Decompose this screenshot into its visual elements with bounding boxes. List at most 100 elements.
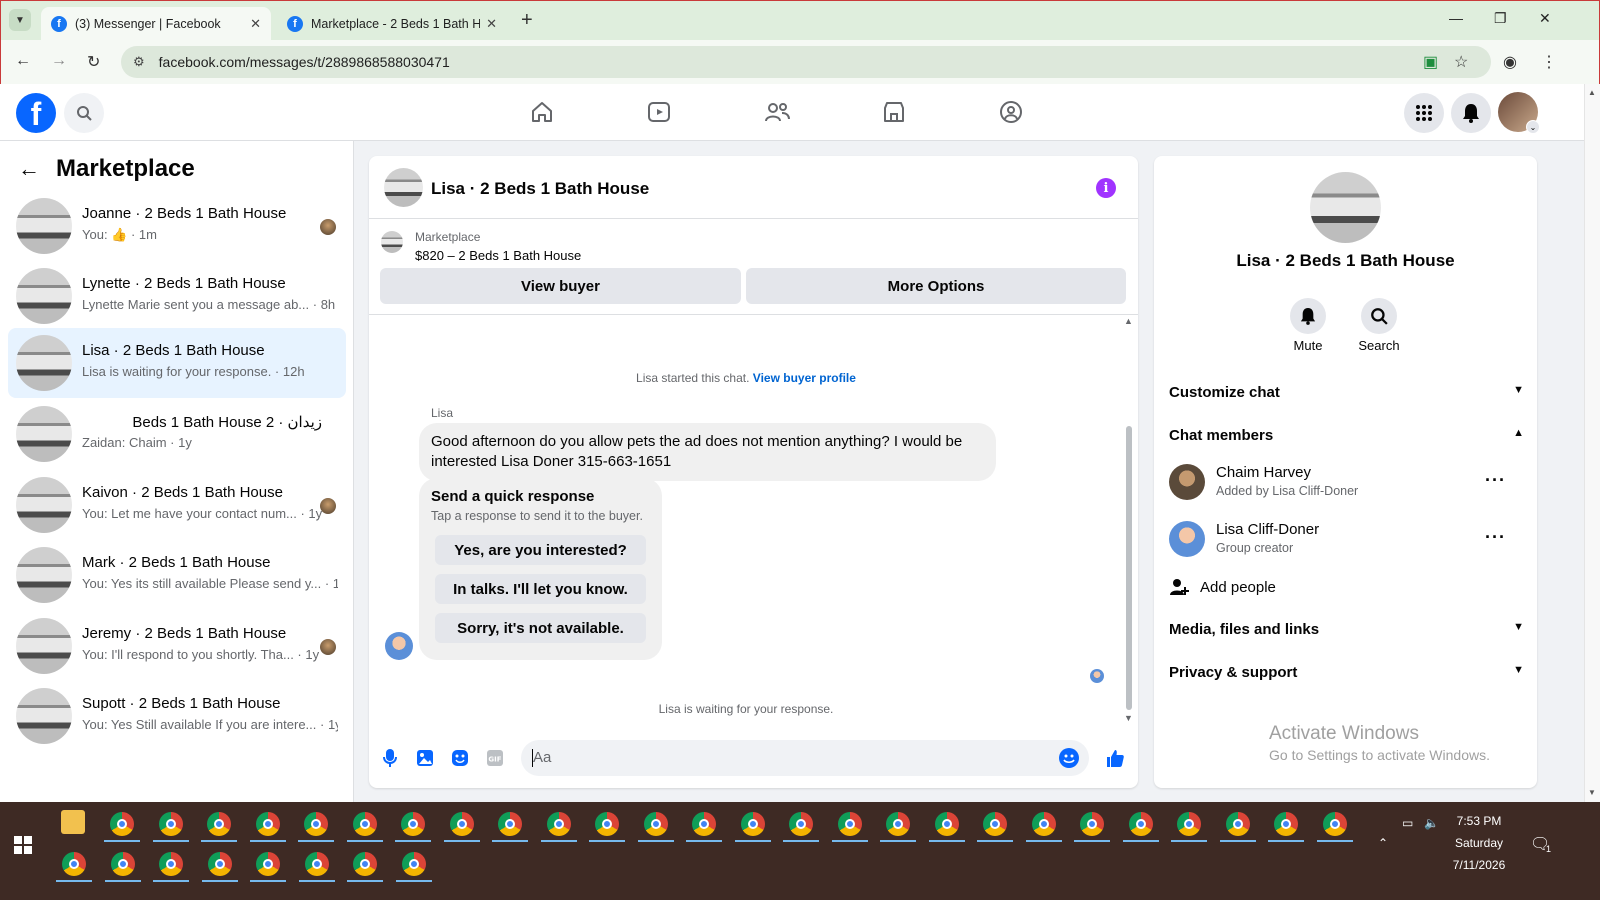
notifications-bell-icon[interactable] (1451, 93, 1491, 133)
chrome-taskbar-icon[interactable] (352, 812, 377, 836)
conversation-item-selected[interactable]: Lisa · 2 Beds 1 Bath House Lisa is waiti… (8, 328, 346, 398)
video-icon[interactable] (644, 97, 674, 127)
site-settings-icon[interactable]: ⚙ (133, 54, 145, 70)
chrome-taskbar-icon[interactable] (1225, 812, 1250, 836)
chrome-taskbar-icon[interactable] (546, 812, 571, 836)
restore-button[interactable]: ❐ (1494, 10, 1507, 27)
new-tab-button[interactable]: + (521, 9, 533, 32)
conversation-item[interactable]: Supott · 2 Beds 1 Bath House You: Yes St… (8, 681, 346, 751)
chrome-taskbar-icon[interactable] (110, 852, 135, 876)
chrome-taskbar-icon[interactable] (789, 812, 813, 836)
emoji-icon[interactable] (1059, 748, 1079, 768)
friends-icon[interactable] (762, 97, 792, 127)
view-buyer-button[interactable]: View buyer (380, 268, 741, 304)
message-scrollbar[interactable]: ▲ ▼ (1123, 316, 1135, 726)
chrome-taskbar-icon[interactable] (159, 852, 183, 876)
chrome-taskbar-icon[interactable] (158, 812, 183, 836)
member-item[interactable]: Chaim Harvey Added by Lisa Cliff-Doner ·… (1169, 462, 1524, 506)
file-explorer-icon[interactable] (61, 810, 85, 834)
windows-start-icon[interactable] (14, 836, 32, 854)
chrome-taskbar-icon[interactable] (401, 852, 426, 876)
listing-price[interactable]: $820 – 2 Beds 1 Bath House (415, 248, 581, 263)
profile-icon[interactable]: ◉ (1503, 52, 1517, 72)
chrome-taskbar-icon[interactable] (692, 812, 716, 836)
chrome-taskbar-icon[interactable] (255, 812, 280, 836)
quick-response-button[interactable]: Sorry, it's not available. (435, 613, 646, 643)
account-avatar[interactable]: ⌄ (1498, 92, 1540, 134)
chrome-taskbar-icon[interactable] (837, 812, 862, 836)
chrome-taskbar-icon[interactable] (110, 812, 134, 836)
scrollbar-thumb[interactable] (1126, 426, 1132, 710)
chrome-taskbar-icon[interactable] (304, 852, 329, 876)
scroll-down-icon[interactable]: ▼ (1588, 788, 1596, 797)
conversation-item[interactable]: زيدان · 2 Beds 1 Bath House Zaidan: Chai… (8, 399, 346, 469)
close-window-button[interactable]: ✕ (1539, 10, 1551, 27)
conversation-item[interactable]: Joanne · 2 Beds 1 Bath House You: 👍 · 1m (8, 191, 346, 261)
chrome-taskbar-icon[interactable] (1274, 812, 1298, 836)
add-people-button[interactable]: Add people (1169, 577, 1276, 597)
back-icon[interactable]: ← (15, 52, 31, 70)
privacy-support-section[interactable]: Privacy & support ▼ (1169, 664, 1524, 681)
menu-grid-icon[interactable] (1404, 93, 1444, 133)
marketplace-icon[interactable] (879, 97, 909, 127)
tab-messenger[interactable]: f (3) Messenger | Facebook ✕ (41, 7, 271, 41)
groups-icon[interactable] (996, 97, 1026, 127)
scroll-up-icon[interactable]: ▲ (1588, 88, 1596, 97)
chrome-taskbar-icon[interactable] (934, 812, 959, 836)
chrome-taskbar-icon[interactable] (401, 812, 425, 836)
forward-icon[interactable]: → (51, 52, 67, 70)
view-buyer-profile-link[interactable]: View buyer profile (753, 371, 856, 385)
sender-avatar[interactable] (385, 632, 413, 660)
chrome-taskbar-icon[interactable] (62, 852, 86, 876)
clock-date[interactable]: 7/11/2026 (1444, 858, 1514, 872)
clock-day[interactable]: Saturday (1444, 836, 1514, 850)
volume-icon[interactable]: 🔈 (1424, 816, 1439, 830)
reload-icon[interactable]: ↻ (87, 52, 100, 72)
mute-button[interactable] (1290, 298, 1326, 334)
chrome-taskbar-icon[interactable] (207, 852, 232, 876)
chrome-taskbar-icon[interactable] (1128, 812, 1153, 836)
incoming-message-bubble[interactable]: Good afternoon do you allow pets the ad … (419, 423, 996, 481)
conversation-avatar[interactable] (1310, 172, 1381, 243)
back-arrow-icon[interactable]: ← (18, 156, 40, 182)
microphone-icon[interactable] (380, 748, 400, 768)
chrome-taskbar-icon[interactable] (353, 852, 377, 876)
sticker-icon[interactable] (450, 748, 470, 768)
chrome-taskbar-icon[interactable] (1031, 812, 1056, 836)
quick-response-button[interactable]: Yes, are you interested? (435, 535, 646, 565)
page-scrollbar[interactable]: ▲ ▼ (1584, 84, 1600, 802)
clock-time[interactable]: 7:53 PM (1444, 814, 1514, 828)
quick-response-button[interactable]: In talks. I'll let you know. (435, 574, 646, 604)
tab-search-icon[interactable]: ▼ (9, 9, 31, 31)
chrome-taskbar-icon[interactable] (256, 852, 280, 876)
chrome-taskbar-icon[interactable] (1080, 812, 1104, 836)
home-icon[interactable] (527, 97, 557, 127)
chat-members-section[interactable]: Chat members ▲ (1169, 427, 1524, 444)
search-conversation-button[interactable] (1361, 298, 1397, 334)
message-list[interactable]: Lisa started this chat. View buyer profi… (369, 316, 1138, 726)
listing-thumbnail[interactable] (381, 231, 403, 253)
info-icon[interactable]: i (1096, 178, 1116, 198)
minimize-button[interactable]: — (1449, 10, 1463, 26)
scroll-up-icon[interactable]: ▲ (1124, 316, 1133, 326)
more-options-icon[interactable]: ··· (1485, 470, 1506, 491)
scroll-down-icon[interactable]: ▼ (1124, 713, 1133, 723)
photo-icon[interactable] (415, 748, 435, 768)
tray-expand-icon[interactable]: ⌃ (1378, 836, 1388, 850)
media-files-section[interactable]: Media, files and links ▼ (1169, 621, 1524, 638)
gif-icon[interactable]: GIF (485, 748, 505, 768)
install-app-icon[interactable]: ▣ (1423, 52, 1438, 72)
tab-marketplace[interactable]: f Marketplace - 2 Beds 1 Bath Ho ✕ (277, 7, 507, 41)
more-options-button[interactable]: More Options (746, 268, 1126, 304)
tab-close-icon[interactable]: ✕ (250, 16, 261, 32)
chrome-taskbar-icon[interactable] (983, 812, 1007, 836)
chrome-taskbar-icon[interactable] (304, 812, 328, 836)
customize-chat-section[interactable]: Customize chat ▼ (1169, 384, 1524, 401)
browser-menu-icon[interactable]: ⋮ (1541, 52, 1557, 72)
chrome-taskbar-icon[interactable] (498, 812, 522, 836)
bookmark-star-icon[interactable]: ☆ (1454, 52, 1468, 72)
chat-avatar[interactable] (384, 168, 423, 207)
chrome-taskbar-icon[interactable] (595, 812, 619, 836)
thumbs-up-icon[interactable] (1105, 748, 1125, 768)
conversation-item[interactable]: Jeremy · 2 Beds 1 Bath House You: I'll r… (8, 611, 346, 681)
